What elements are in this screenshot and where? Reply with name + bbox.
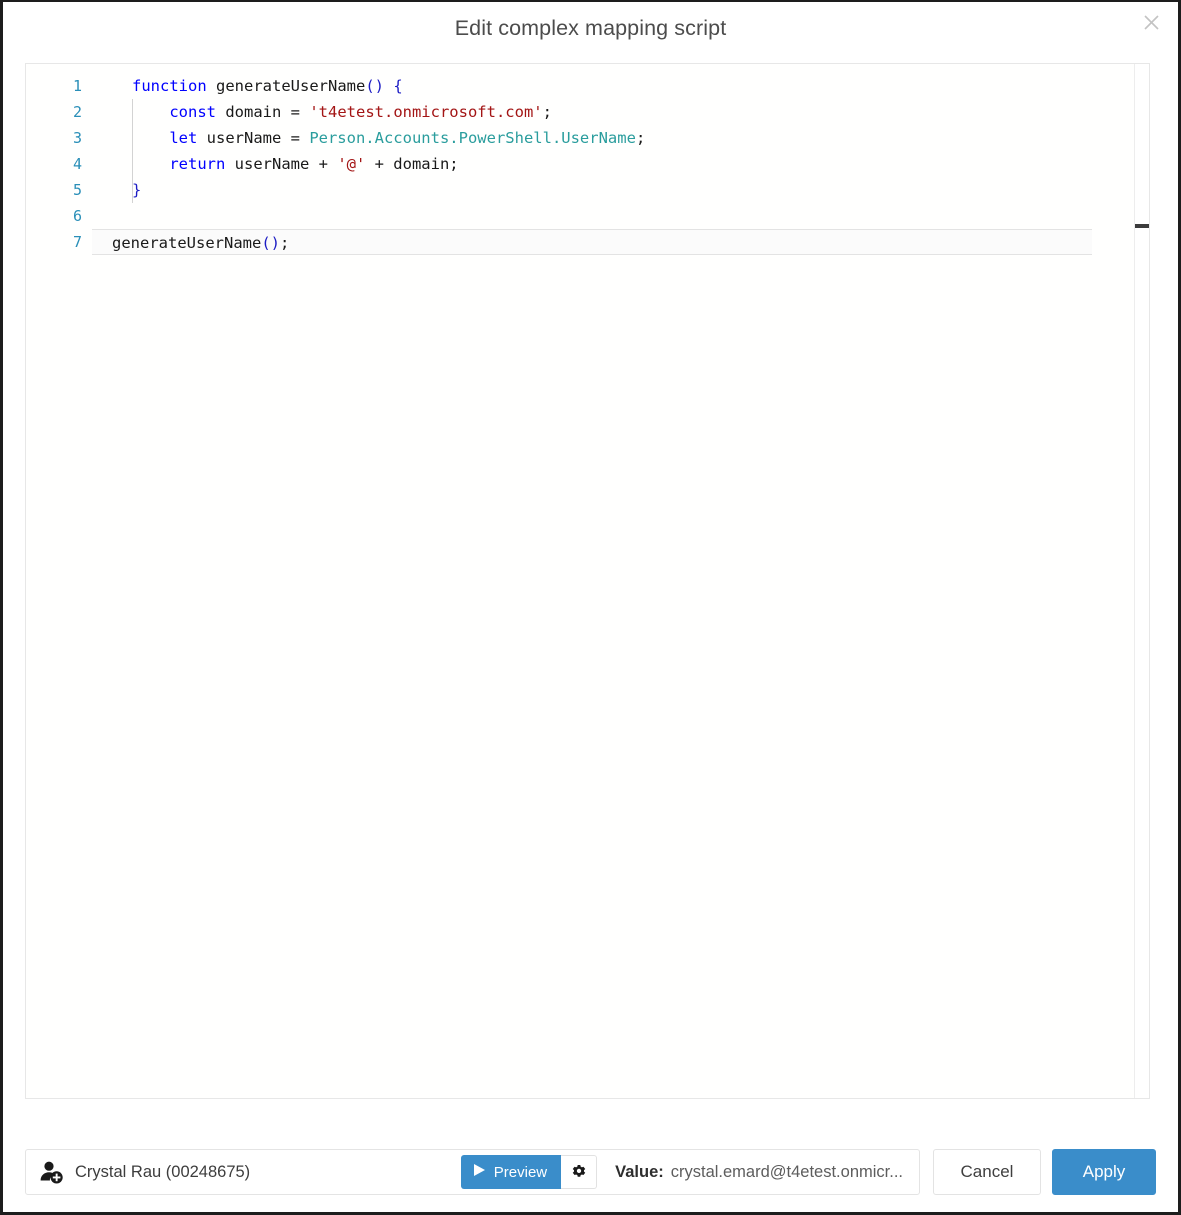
- editor-scrollbar[interactable]: [1134, 64, 1149, 1098]
- script-editor[interactable]: 1234567 function generateUserName() { co…: [25, 63, 1150, 1099]
- code-line[interactable]: const domain = 't4etest.onmicrosoft.com'…: [112, 99, 1109, 125]
- preview-button-group: Preview: [460, 1150, 598, 1194]
- line-number: 5: [72, 181, 82, 199]
- code-token: Person.Accounts.PowerShell.UserName: [309, 129, 636, 147]
- editor-surface[interactable]: 1234567 function generateUserName() { co…: [26, 64, 1149, 1098]
- dialog-footer: Crystal Rau (00248675) Preview Value: cr…: [25, 1149, 1156, 1195]
- line-number-gutter: 1 2 3 4 5 6 7: [26, 73, 90, 255]
- code-token: userName =: [197, 129, 310, 147]
- preview-context-panel: Crystal Rau (00248675) Preview Value: cr…: [25, 1149, 920, 1195]
- preview-button[interactable]: Preview: [460, 1155, 562, 1189]
- line-number: 3: [72, 129, 82, 147]
- code-line[interactable]: }: [112, 177, 1109, 203]
- edit-script-dialog: Edit complex mapping script 1 2 3 4 5 6 7 func…: [0, 0, 1181, 1215]
- code-token: + domain;: [365, 155, 459, 173]
- code-token: (): [261, 234, 280, 252]
- code-token: '@': [337, 155, 366, 173]
- code-token: (): [365, 77, 384, 95]
- code-token: generateUserName: [216, 77, 366, 95]
- preview-button-label: Preview: [493, 1163, 548, 1181]
- code-token: return: [169, 155, 226, 173]
- value-label: Value:: [615, 1162, 664, 1181]
- line-number: 7: [72, 233, 82, 251]
- code-token: let: [169, 129, 198, 147]
- code-token: generateUserName: [112, 234, 262, 252]
- code-line[interactable]: generateUserName();: [92, 229, 1092, 255]
- apply-button[interactable]: Apply: [1052, 1149, 1156, 1195]
- code-token: function: [132, 77, 207, 95]
- code-token: domain =: [216, 103, 310, 121]
- code-token: ;: [542, 103, 552, 121]
- code-line[interactable]: function generateUserName() {: [112, 73, 1109, 99]
- code-token: userName +: [225, 155, 338, 173]
- code-token: {: [393, 77, 403, 95]
- play-icon: [473, 1163, 486, 1181]
- preview-person-label: Crystal Rau (00248675): [75, 1162, 251, 1181]
- line-number: 6: [72, 207, 82, 225]
- close-icon[interactable]: [1134, 6, 1168, 38]
- gear-icon[interactable]: [561, 1155, 598, 1189]
- user-add-icon: [39, 1160, 65, 1184]
- code-token: ;: [279, 234, 290, 252]
- preview-value: Value: crystal.emard@t4etest.onmicr...: [597, 1163, 919, 1182]
- cancel-button[interactable]: Cancel: [933, 1149, 1041, 1195]
- overview-ruler-marker: [1135, 224, 1149, 228]
- code-line[interactable]: [112, 203, 1109, 229]
- code-token: }: [132, 181, 142, 199]
- line-number: 4: [72, 155, 82, 173]
- line-number: 1: [72, 77, 82, 95]
- code-token: 't4etest.onmicrosoft.com': [309, 103, 543, 121]
- code-line[interactable]: let userName = Person.Accounts.PowerShel…: [112, 125, 1109, 151]
- dialog-title: Edit complex mapping script: [454, 16, 727, 40]
- code-line[interactable]: return userName + '@' + domain;: [112, 151, 1109, 177]
- dialog-titlebar: Edit complex mapping script: [3, 2, 1178, 57]
- code-token: const: [169, 103, 216, 121]
- code-token: ;: [635, 129, 646, 147]
- line-number: 2: [72, 103, 82, 121]
- code-content[interactable]: function generateUserName() { const doma…: [92, 73, 1109, 255]
- value-text: crystal.emard@t4etest.onmicr...: [670, 1162, 903, 1181]
